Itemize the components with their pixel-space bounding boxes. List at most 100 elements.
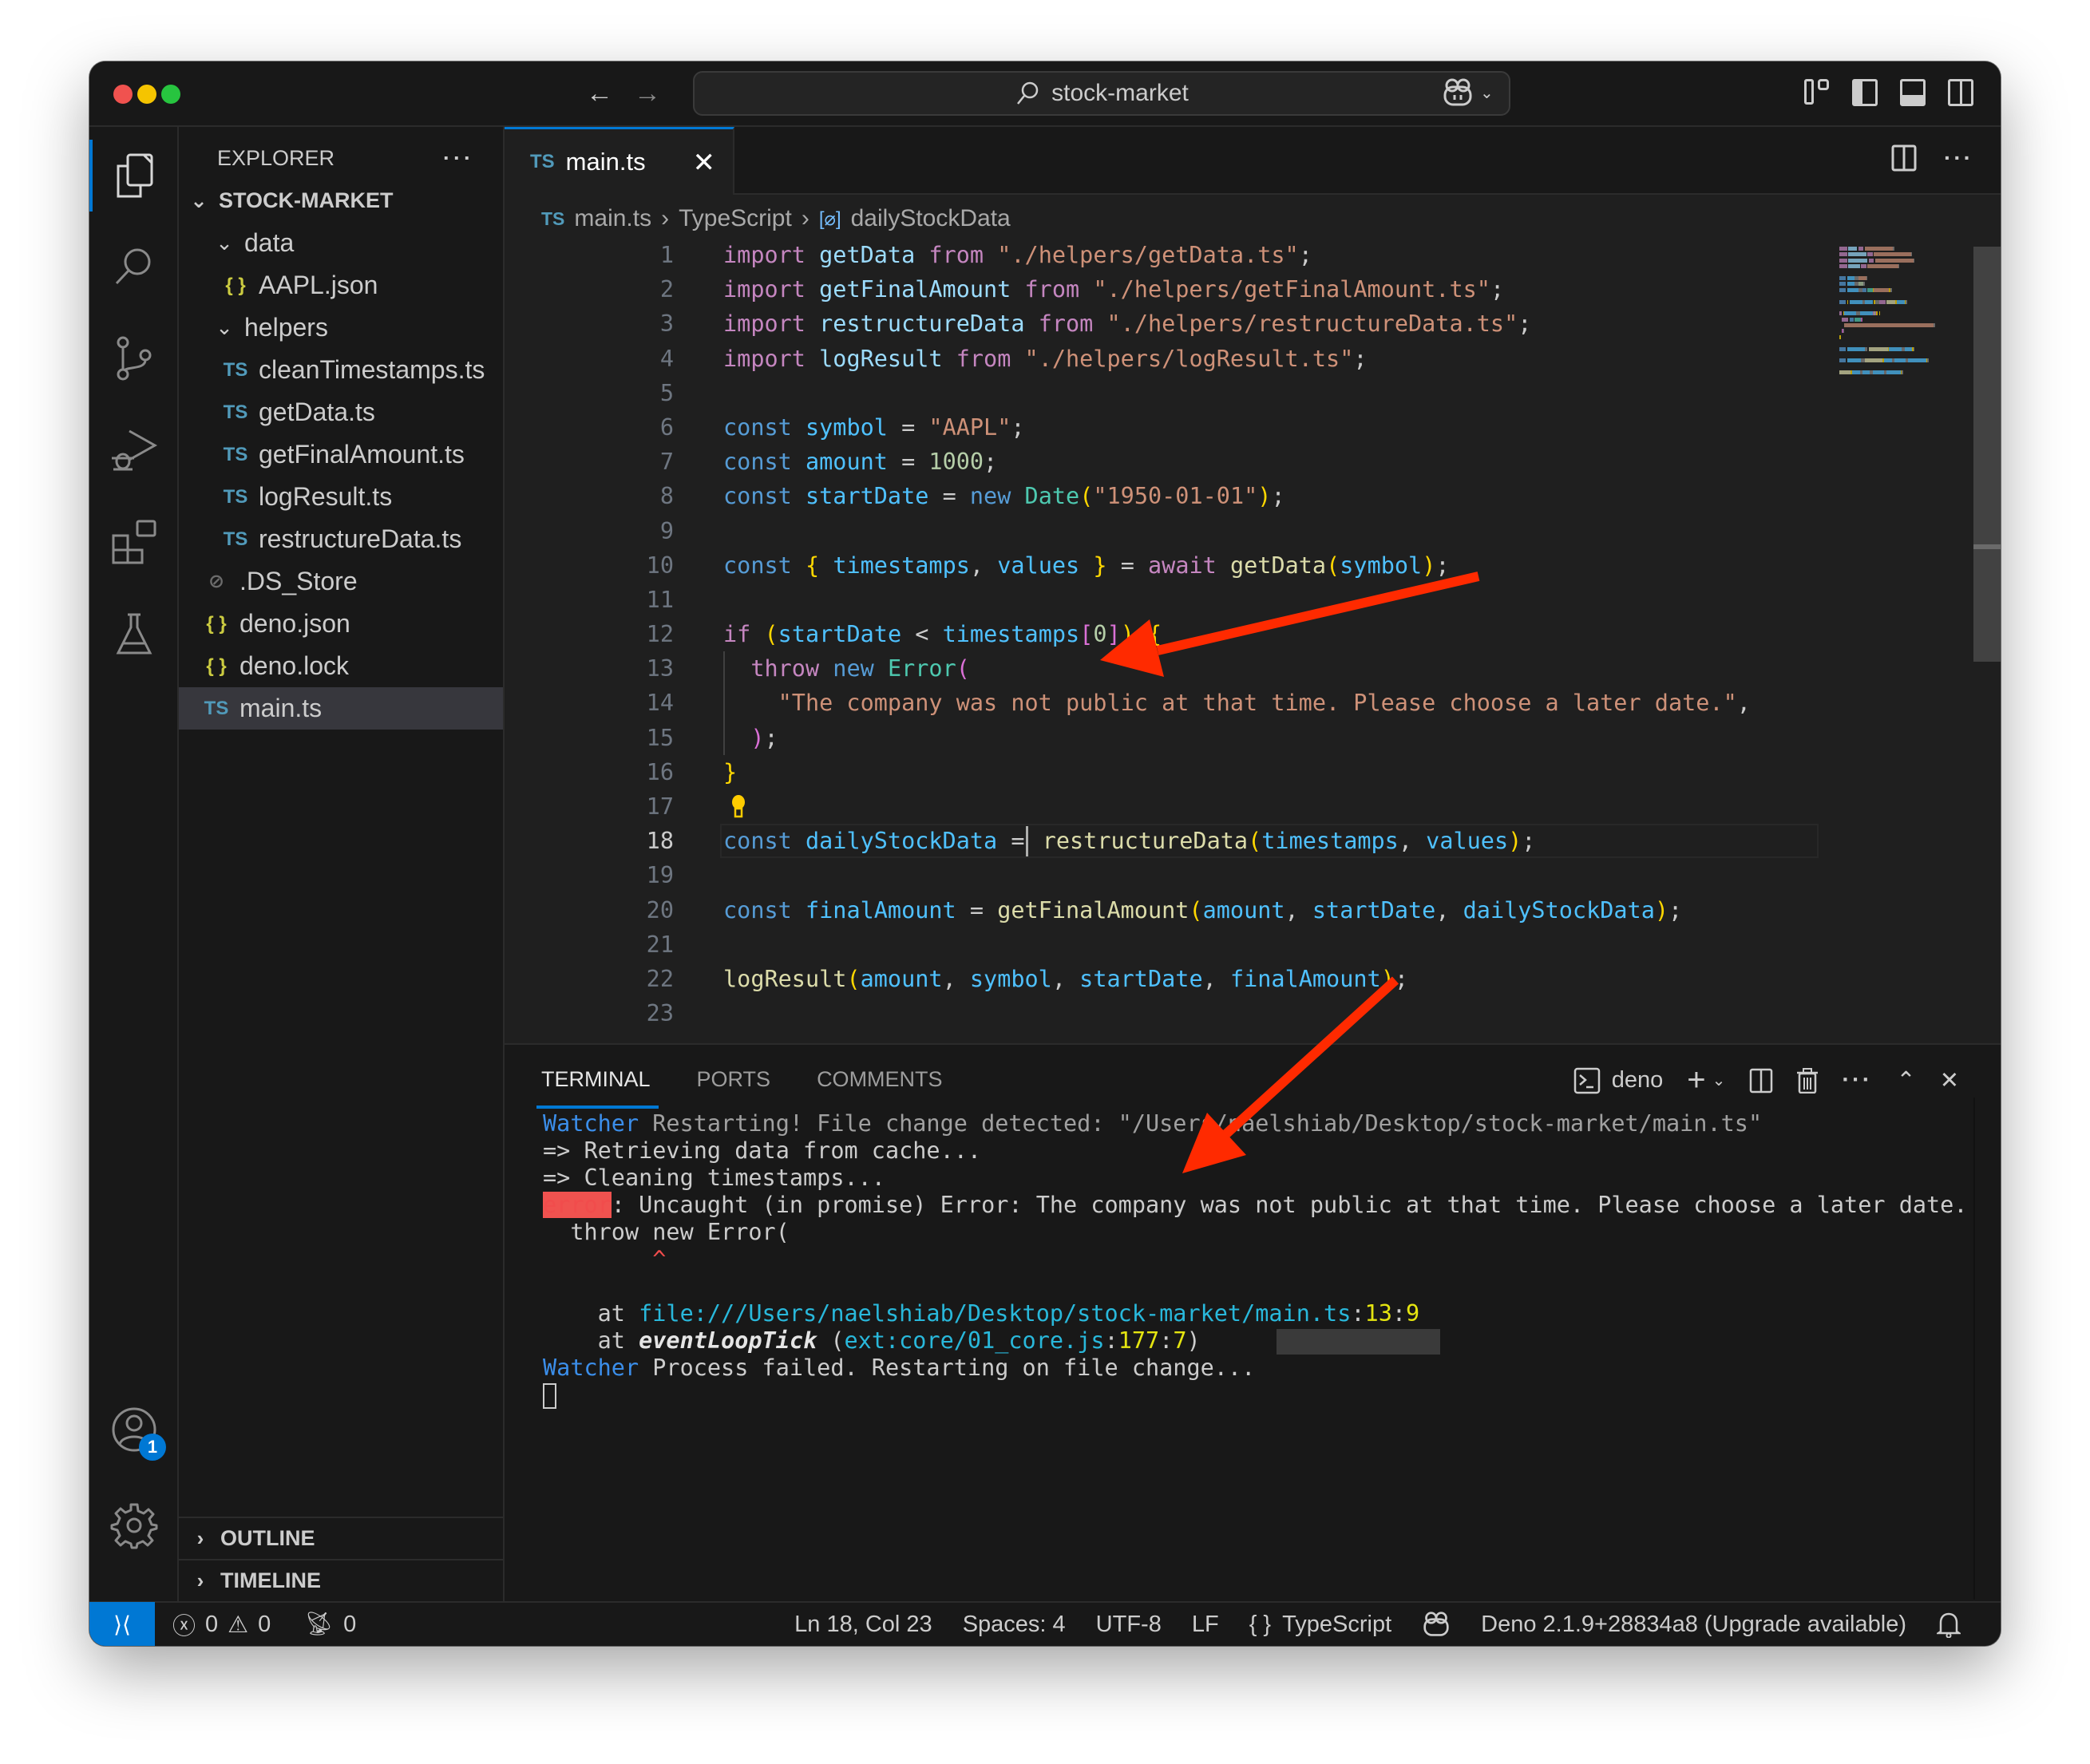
tree-file[interactable]: TS getFinalAmount.ts (179, 433, 503, 476)
terminal-name[interactable]: deno (1612, 1067, 1664, 1094)
toggle-primary-sidebar-icon[interactable] (1852, 79, 1878, 106)
split-editor-icon[interactable] (1891, 144, 1917, 172)
code-token: amount (805, 449, 888, 476)
code-line[interactable]: 13 throw new Error( (505, 651, 2001, 686)
breadcrumb-file[interactable]: main.ts (574, 205, 651, 232)
maximize-panel-icon[interactable]: ⌃ (1896, 1066, 1915, 1094)
terminal-link[interactable]: ext:core/01_core.js (845, 1327, 1105, 1354)
timeline-section[interactable]: › TIMELINE (179, 1559, 503, 1601)
minimap[interactable] (1839, 247, 1943, 382)
code-line[interactable]: 17 (505, 789, 2001, 824)
panel-tab-terminal[interactable]: TERMINAL (536, 1067, 659, 1109)
tree-file[interactable]: { } deno.json (179, 603, 503, 645)
activity-manage[interactable] (89, 1489, 179, 1561)
tree-file[interactable]: { } deno.lock (179, 645, 503, 687)
tree-file[interactable]: { } AAPL.json (179, 264, 503, 307)
tab-main-ts[interactable]: TS main.ts ✕ (505, 127, 734, 195)
activity-run-debug[interactable] (89, 414, 179, 486)
chevron-down-icon[interactable]: ⌄ (1712, 1070, 1726, 1090)
terminal-link[interactable]: file:///Users/naelshiab/Desktop/stock-ma… (639, 1300, 1351, 1327)
toggle-secondary-sidebar-icon[interactable] (1948, 79, 1973, 106)
toggle-panel-icon[interactable] (1900, 79, 1926, 106)
deno-version[interactable]: Deno 2.1.9+28834a8 (Upgrade available) (1481, 1612, 1906, 1638)
maximize-window-button[interactable] (161, 85, 180, 104)
outline-section[interactable]: › OUTLINE (179, 1517, 503, 1559)
more-actions-icon[interactable]: ··· (443, 146, 474, 171)
problems-indicator[interactable]: ⓧ 0 ⚠ 0 📡︎ 0 (172, 1608, 356, 1641)
code-line[interactable]: 1 import getData from "./helpers/getData.… (505, 238, 2001, 272)
terminal-output[interactable]: Watcher Restarting! File change detected… (543, 1110, 1969, 1409)
terminal-text: 177 (1118, 1327, 1160, 1354)
tree-file[interactable]: TS cleanTimestamps.ts (179, 349, 503, 391)
tree-file[interactable]: ⊘ .DS_Store (179, 560, 503, 603)
new-terminal-icon[interactable]: + (1687, 1062, 1705, 1098)
breadcrumb-symbol[interactable]: dailyStockData (851, 205, 1011, 232)
code-line[interactable]: 3 import restructureData from "./helpers/… (505, 307, 2001, 341)
forward-arrow-icon[interactable]: → (634, 76, 661, 111)
end-of-line[interactable]: LF (1192, 1612, 1219, 1638)
activity-extensions[interactable] (89, 506, 179, 578)
command-center-search[interactable]: stock-market (693, 71, 1510, 116)
panel-tab-ports[interactable]: PORTS (697, 1067, 771, 1092)
code-line[interactable]: 11 (505, 583, 2001, 617)
code-line[interactable]: 23 (505, 996, 2001, 1030)
minimize-window-button[interactable] (137, 85, 156, 104)
code-line[interactable]: 18 const dailyStockData = restructureData… (505, 824, 2001, 859)
bell-icon[interactable] (1937, 1611, 1961, 1638)
tree-file[interactable]: TS restructureData.ts (179, 518, 503, 560)
code-token: { (805, 552, 820, 579)
more-actions-icon[interactable]: ··· (1944, 145, 1973, 171)
tree-file[interactable]: TS logResult.ts (179, 476, 503, 518)
terminal-scrollbar[interactable] (1973, 1098, 2001, 1600)
language-mode[interactable]: { } TypeScript (1249, 1612, 1391, 1638)
code-line[interactable]: 9 (505, 514, 2001, 548)
trash-icon[interactable] (1797, 1067, 1819, 1094)
close-panel-icon[interactable]: ✕ (1940, 1066, 1959, 1094)
code-line[interactable]: 16} (505, 755, 2001, 789)
cursor-position[interactable]: Ln 18, Col 23 (794, 1612, 932, 1638)
json-file-icon: { } (206, 612, 227, 635)
code-line[interactable]: 15 ); (505, 721, 2001, 755)
close-icon[interactable]: ✕ (693, 147, 716, 179)
copilot-icon[interactable] (1422, 1611, 1451, 1638)
copilot-menu-button[interactable]: ⌄ (1442, 77, 1494, 108)
lightbulb-icon[interactable] (731, 794, 746, 818)
customize-layout-icon[interactable] (1804, 79, 1830, 106)
editor-scrollbar[interactable] (1973, 247, 2001, 662)
split-terminal-icon[interactable] (1749, 1068, 1773, 1094)
breadcrumb-language[interactable]: TypeScript (679, 205, 792, 232)
code-line[interactable]: 8 const startDate = new Date("1950-01-01"… (505, 479, 2001, 513)
code-line[interactable]: 21 (505, 927, 2001, 962)
close-window-button[interactable] (113, 85, 133, 104)
activity-source-control[interactable] (89, 322, 179, 394)
tree-folder[interactable]: ⌄ helpers (179, 307, 503, 349)
code-editor[interactable]: 1 import getData from "./helpers/getData.… (505, 238, 2001, 1030)
code-line[interactable]: 7 const amount = 1000; (505, 445, 2001, 479)
back-arrow-icon[interactable]: ← (586, 76, 613, 111)
encoding[interactable]: UTF-8 (1096, 1612, 1162, 1638)
title-bar: ← → stock-market ⌄ (89, 61, 2001, 127)
indentation[interactable]: Spaces: 4 (963, 1612, 1066, 1638)
code-line[interactable]: 22 logResult(amount, symbol, startDate, f… (505, 962, 2001, 996)
workspace-root[interactable]: ⌄ STOCK-MARKET (179, 180, 503, 222)
code-line[interactable]: 19 (505, 858, 2001, 892)
code-line[interactable]: 5 (505, 376, 2001, 410)
panel-tab-comments[interactable]: COMMENTS (817, 1067, 943, 1092)
remote-indicator[interactable]: ⟩⟨ (89, 1602, 155, 1646)
tree-file[interactable]: TS main.ts (179, 687, 503, 730)
activity-testing[interactable] (89, 598, 179, 670)
tree-file[interactable]: TS getData.ts (179, 391, 503, 433)
activity-search[interactable] (89, 231, 179, 303)
code-line[interactable]: 2 import getFinalAmount from "./helpers/g… (505, 272, 2001, 307)
activity-explorer[interactable] (89, 140, 179, 212)
code-line[interactable]: 14 "The company was not public at that t… (505, 686, 2001, 720)
activity-accounts[interactable]: 1 (89, 1394, 179, 1465)
code-line[interactable]: 4 import logResult from "./helpers/logRes… (505, 342, 2001, 376)
code-line[interactable]: 12 if (startDate < timestamps[0]) { (505, 617, 2001, 651)
code-line[interactable]: 20 const finalAmount = getFinalAmount(amo… (505, 893, 2001, 927)
code-token: Error (887, 655, 956, 682)
tree-folder[interactable]: ⌄ data (179, 222, 503, 264)
code-line[interactable]: 6 const symbol = "AAPL"; (505, 410, 2001, 445)
more-actions-icon[interactable]: ··· (1842, 1067, 1872, 1094)
code-line[interactable]: 10 const { timestamps, values } = await g… (505, 548, 2001, 583)
